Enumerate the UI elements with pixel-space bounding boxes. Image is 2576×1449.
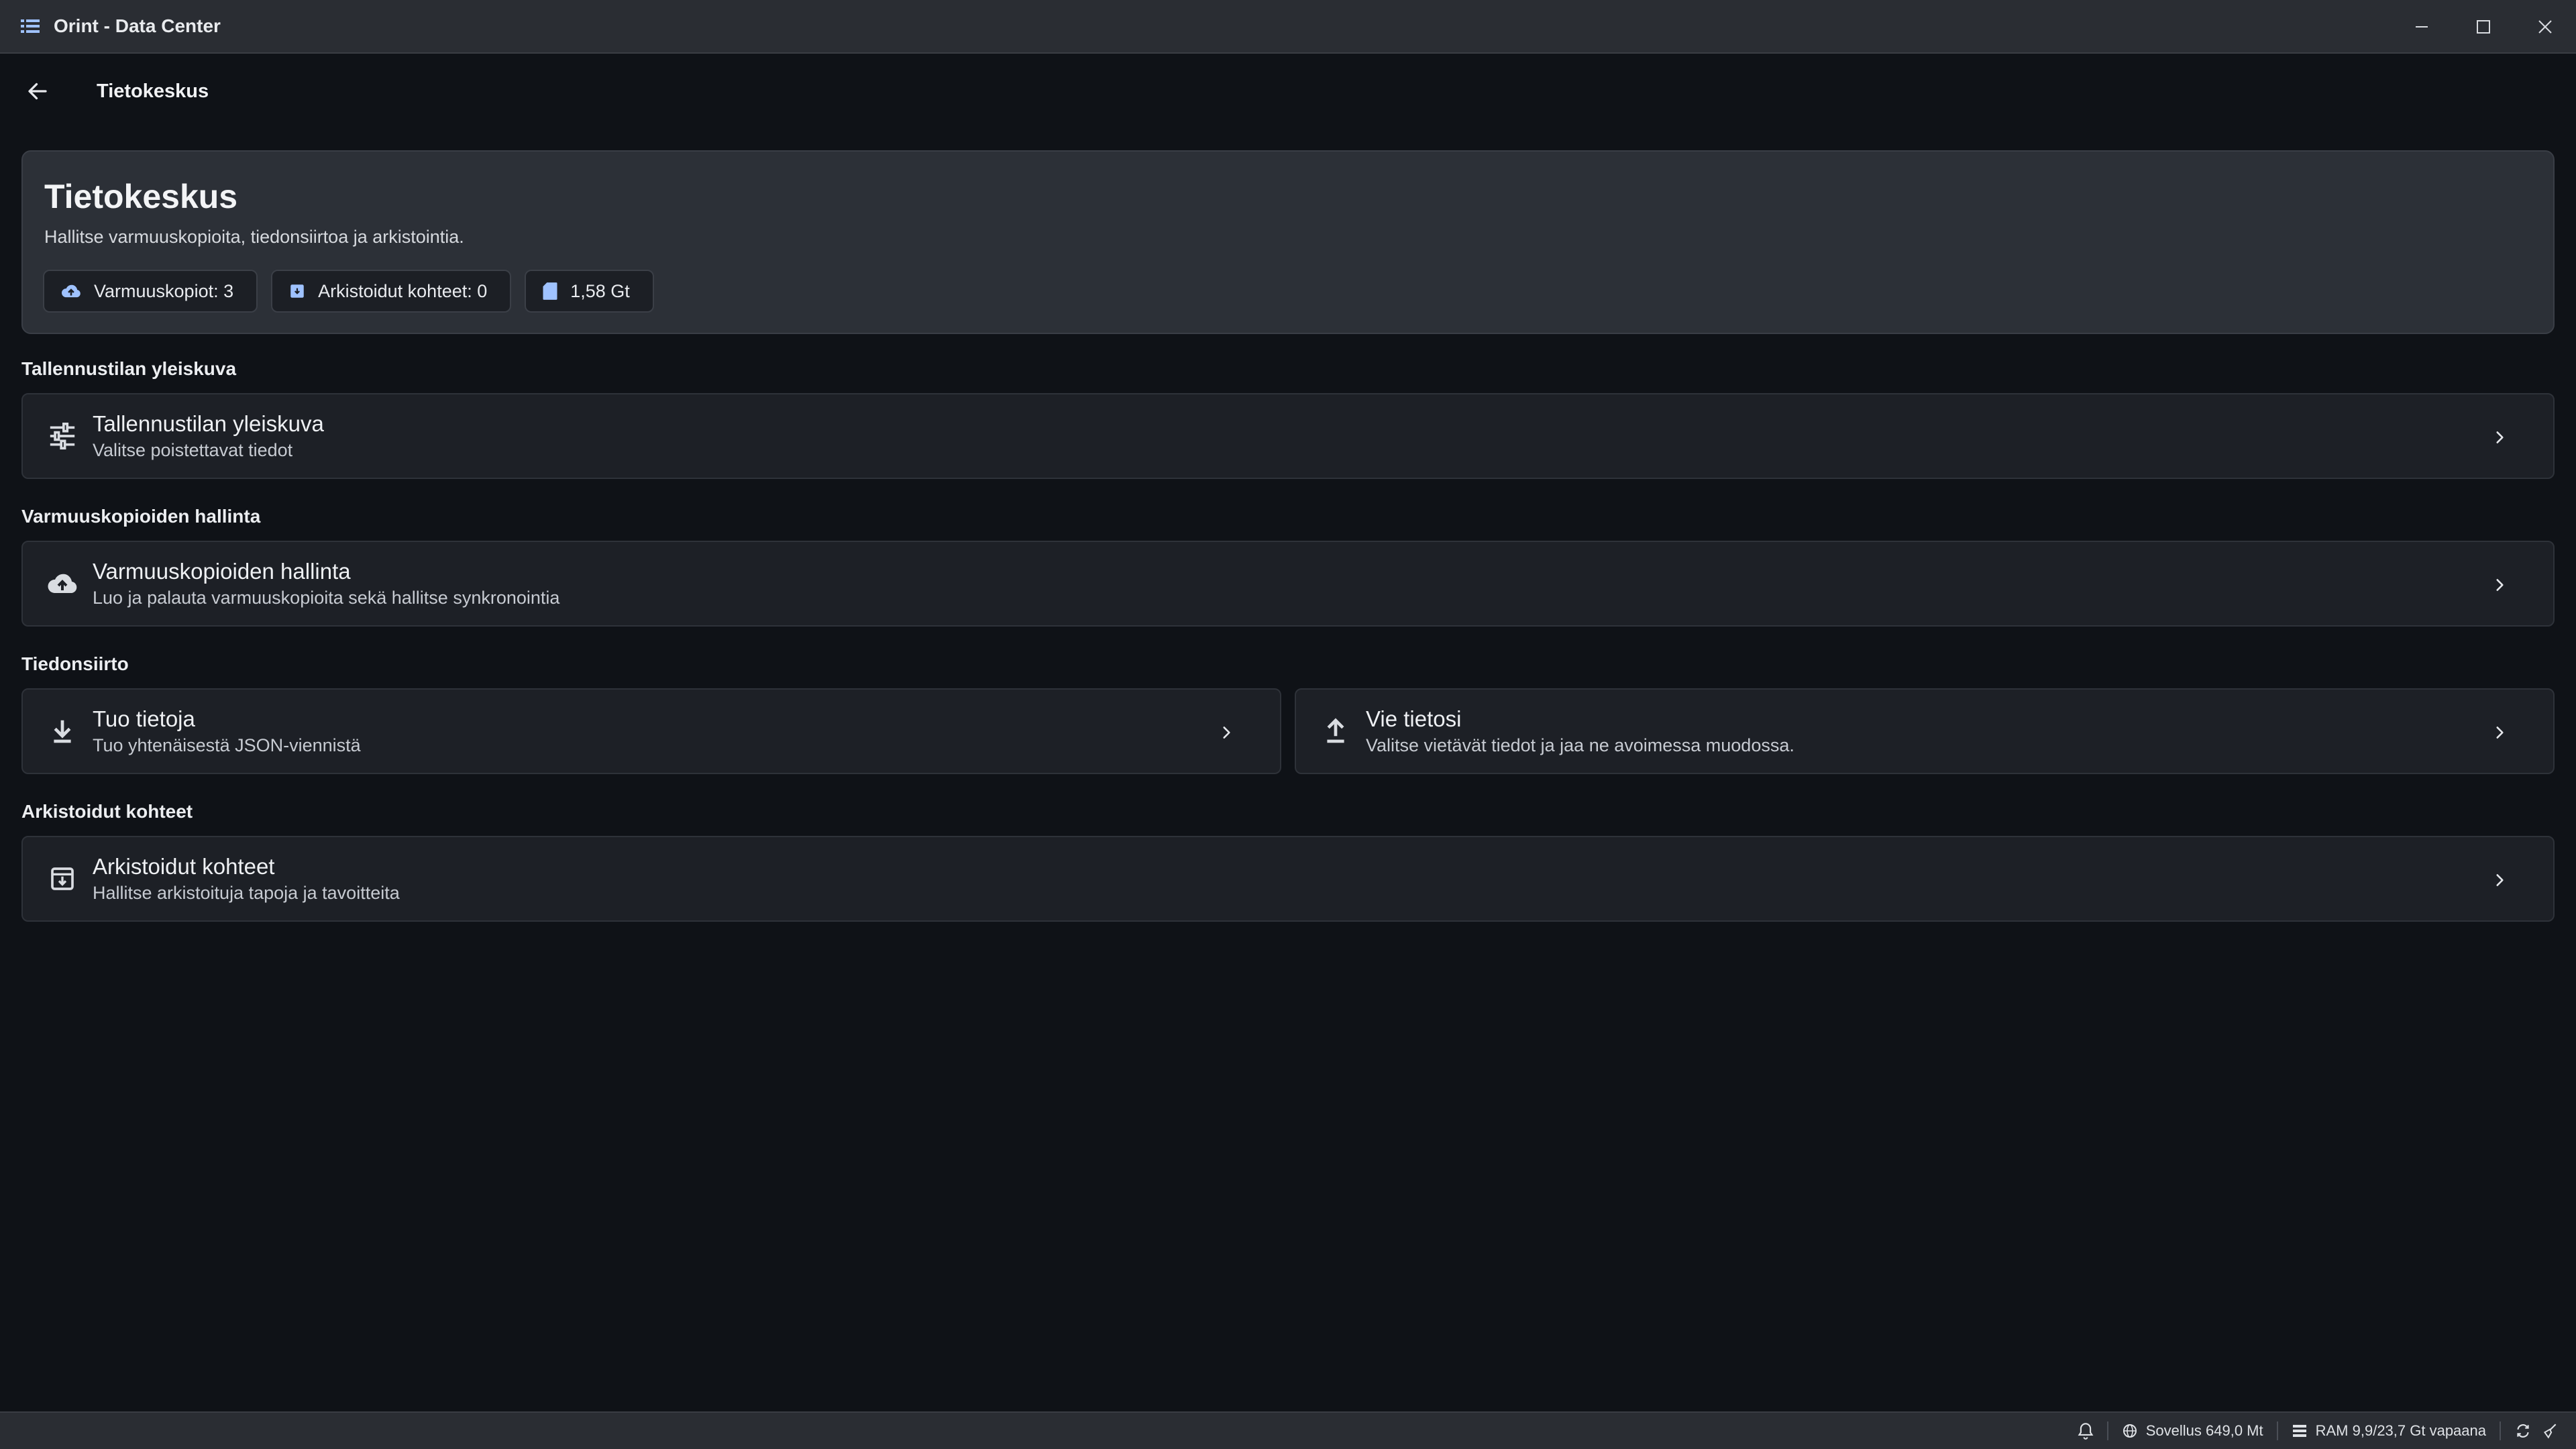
storage-overview-title: Tallennustilan yleiskuva — [93, 411, 324, 436]
chevron-right-icon — [2486, 424, 2513, 451]
archived-items-card[interactable]: Arkistoidut kohteet Hallitse arkistoituj… — [21, 836, 2555, 922]
cloud-upload-icon — [44, 566, 80, 602]
export-data-subtitle: Valitse vietävät tiedot ja jaa ne avoime… — [1366, 735, 1794, 755]
backup-management-subtitle: Luo ja palauta varmuuskopioita sekä hall… — [93, 588, 560, 608]
backup-management-card[interactable]: Varmuuskopioiden hallinta Luo ja palauta… — [21, 541, 2555, 627]
app-window: Orint - Data Center Tietokeskus Tietokes… — [0, 0, 2576, 1449]
backups-count-chip: Varmuuskopiot: 3 — [43, 270, 258, 313]
section-label-backup: Varmuuskopioiden hallinta — [21, 506, 261, 527]
storage-overview-card[interactable]: Tallennustilan yleiskuva Valitse poistet… — [21, 393, 2555, 479]
maximize-icon — [2477, 20, 2490, 34]
globe-icon — [2123, 1424, 2137, 1438]
maximize-button[interactable] — [2453, 0, 2514, 54]
close-icon — [2538, 20, 2552, 34]
archived-items-title: Arkistoidut kohteet — [93, 854, 275, 879]
app-menu-icon[interactable] — [20, 16, 40, 36]
page-subtitle: Hallitse varmuuskopioita, tiedonsiirtoa … — [44, 227, 464, 247]
export-data-card[interactable]: Vie tietosi Valitse vietävät tiedot ja j… — [1295, 688, 2555, 774]
chevron-right-icon — [2486, 572, 2513, 598]
sync-button[interactable] — [2514, 1422, 2532, 1440]
import-data-subtitle: Tuo yhtenäisestä JSON-viennistä — [93, 735, 361, 755]
tune-icon — [44, 418, 80, 454]
status-divider — [2276, 1421, 2278, 1440]
storage-size-label: 1,58 Gt — [570, 280, 630, 301]
archived-count-chip: Arkistoidut kohteet: 0 — [271, 270, 512, 313]
download-icon — [44, 713, 80, 749]
import-data-text: Tuo tietoja Tuo yhtenäisestä JSON-vienni… — [93, 705, 361, 757]
backup-management-text: Varmuuskopioiden hallinta Luo ja palauta… — [93, 557, 559, 610]
bell-icon — [2078, 1423, 2094, 1440]
back-button[interactable] — [17, 71, 58, 111]
arrow-left-icon — [28, 83, 47, 100]
upload-icon — [1318, 713, 1354, 749]
chevron-right-icon — [2486, 867, 2513, 894]
window-title: Orint - Data Center — [54, 15, 221, 36]
title-bar: Orint - Data Center — [0, 0, 2576, 54]
sync-icon — [2517, 1424, 2529, 1438]
cloud-upload-icon — [62, 284, 80, 298]
status-divider — [2106, 1421, 2108, 1440]
export-data-title: Vie tietosi — [1366, 706, 1462, 731]
import-data-title: Tuo tietoja — [93, 706, 195, 731]
archive-icon — [290, 284, 304, 298]
notifications-button[interactable] — [2078, 1422, 2094, 1440]
backup-management-title: Varmuuskopioiden hallinta — [93, 559, 351, 584]
archived-count-label: Arkistoidut kohteet: 0 — [318, 280, 488, 301]
cleanup-button[interactable] — [2541, 1422, 2559, 1440]
status-bar: Sovellus 649,0 Mt RAM 9,9/23,7 Gt vapaan… — [0, 1411, 2576, 1449]
storage-icon — [543, 282, 557, 300]
archived-items-text: Arkistoidut kohteet Hallitse arkistoituj… — [93, 853, 400, 905]
archive-icon — [44, 861, 80, 897]
import-data-card[interactable]: Tuo tietoja Tuo yhtenäisestä JSON-vienni… — [21, 688, 1281, 774]
minimize-button[interactable] — [2391, 0, 2453, 54]
ram-label: RAM 9,9/23,7 Gt vapaana — [2315, 1422, 2486, 1439]
summary-card: Tietokeskus Hallitse varmuuskopioita, ti… — [21, 150, 2555, 334]
section-label-storage: Tallennustilan yleiskuva — [21, 358, 237, 379]
page-header: Tietokeskus — [0, 54, 2576, 129]
minimize-icon — [2416, 26, 2428, 28]
chevron-right-icon — [1213, 719, 1240, 746]
breadcrumb-title: Tietokeskus — [97, 80, 209, 102]
section-label-transfer: Tiedonsiirto — [21, 653, 129, 674]
storage-size-chip: 1,58 Gt — [525, 270, 654, 313]
app-memory-label: Sovellus 649,0 Mt — [2145, 1422, 2263, 1439]
app-memory-indicator: Sovellus 649,0 Mt — [2122, 1422, 2263, 1440]
status-divider — [2500, 1421, 2501, 1440]
close-button[interactable] — [2514, 0, 2576, 54]
archived-items-subtitle: Hallitse arkistoituja tapoja ja tavoitte… — [93, 883, 400, 903]
storage-overview-subtitle: Valitse poistettavat tiedot — [93, 440, 293, 460]
memory-icon — [2292, 1425, 2306, 1437]
ram-indicator: RAM 9,9/23,7 Gt vapaana — [2292, 1422, 2486, 1440]
section-label-archived: Arkistoidut kohteet — [21, 801, 193, 822]
chevron-right-icon — [2486, 719, 2513, 746]
broom-icon — [2543, 1424, 2557, 1439]
storage-overview-text: Tallennustilan yleiskuva Valitse poistet… — [93, 410, 324, 462]
window-controls — [2391, 0, 2576, 54]
summary-chips: Varmuuskopiot: 3 Arkistoidut kohteet: 0 … — [43, 270, 654, 313]
page-title: Tietokeskus — [44, 178, 238, 215]
backups-count-label: Varmuuskopiot: 3 — [94, 280, 234, 301]
export-data-text: Vie tietosi Valitse vietävät tiedot ja j… — [1366, 705, 1794, 757]
